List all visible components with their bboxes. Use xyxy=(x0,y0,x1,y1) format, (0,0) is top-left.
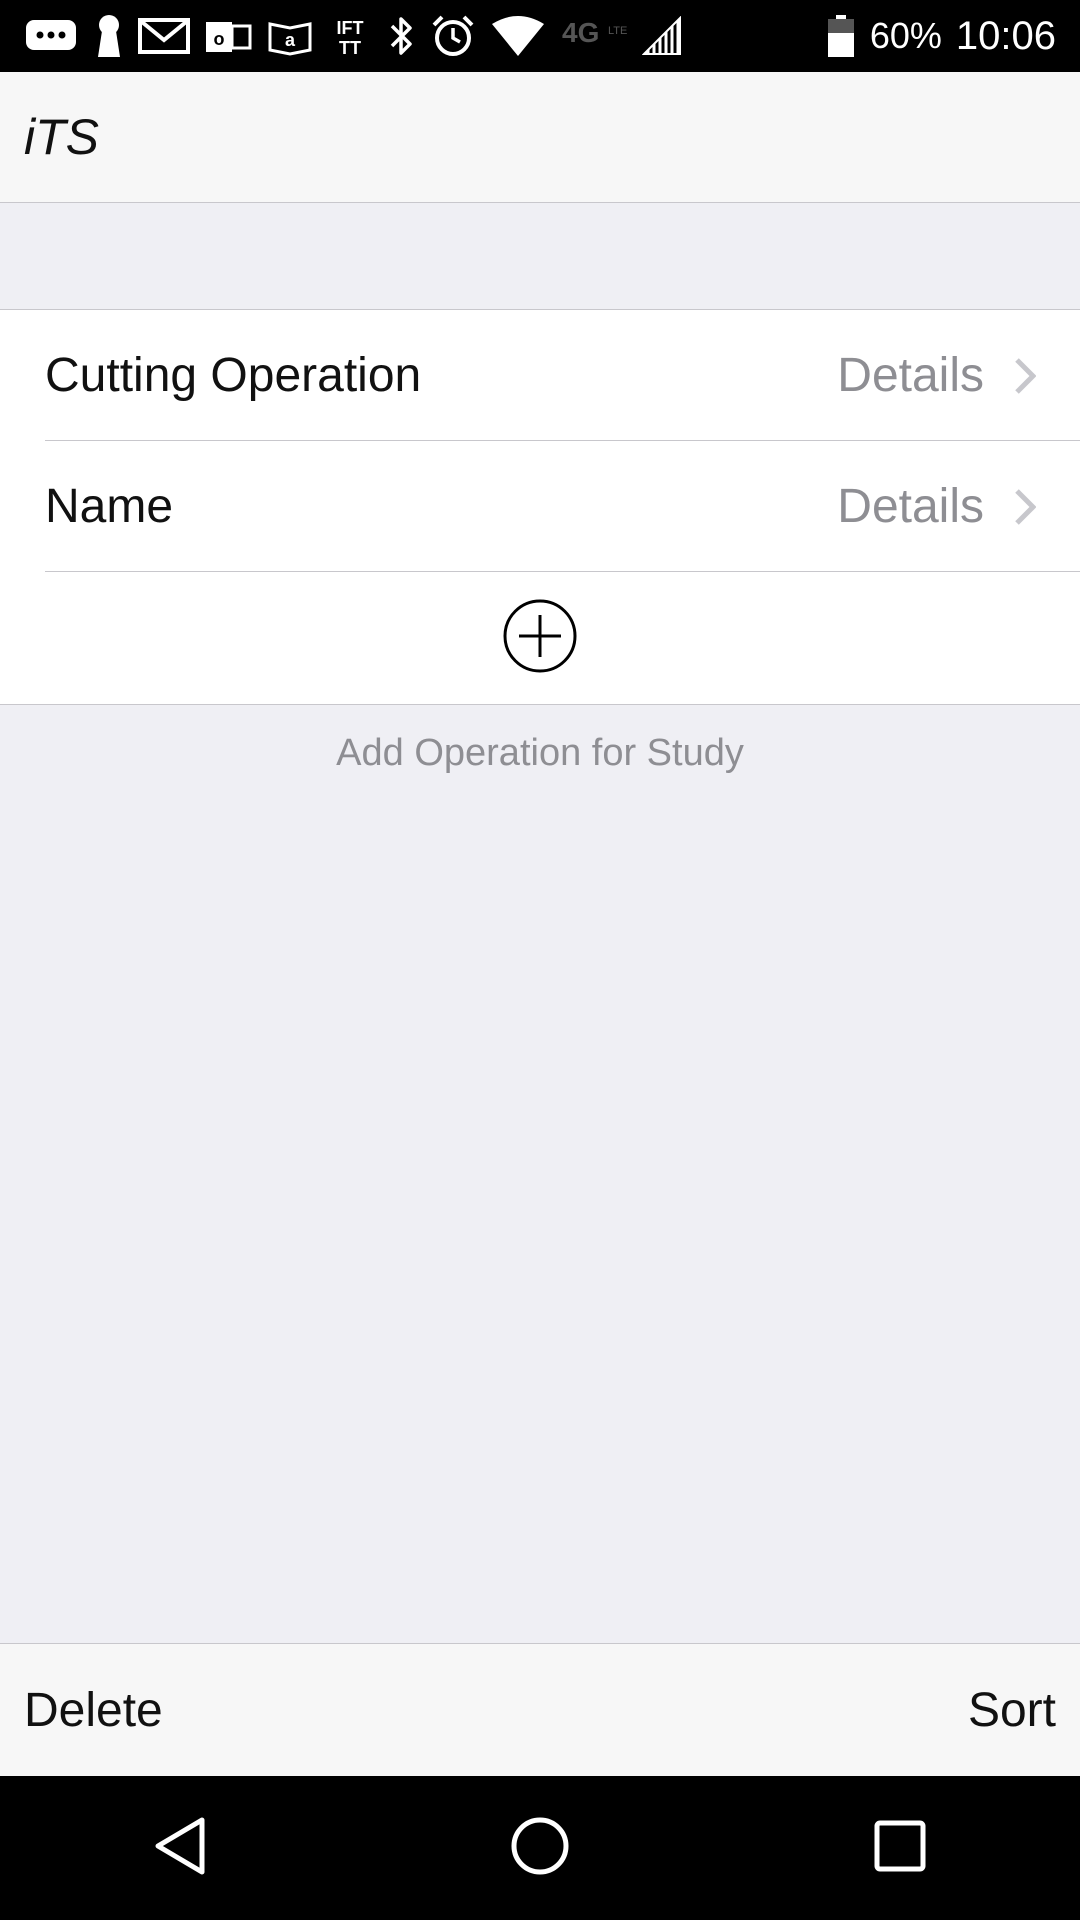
alarm-icon xyxy=(430,13,476,59)
plus-circle-icon xyxy=(501,597,579,680)
app-title: iTS xyxy=(24,109,99,165)
chevron-right-icon xyxy=(1014,357,1036,395)
row-title: Name xyxy=(45,480,174,533)
app-screen: o a IFT TT 4G LTE 60% 10:06 iTS Cutting … xyxy=(0,0,1080,1920)
row-accessory: Details xyxy=(837,348,1036,403)
battery-icon xyxy=(826,13,856,59)
home-icon xyxy=(510,1816,570,1881)
messages-icon xyxy=(24,13,80,59)
svg-text:o: o xyxy=(214,29,225,49)
section-footer: Add Operation for Study xyxy=(336,732,744,774)
recents-button[interactable] xyxy=(840,1788,960,1908)
delete-button[interactable]: Delete xyxy=(24,1683,163,1738)
wifi-icon xyxy=(490,13,546,59)
battery-percent: 60% xyxy=(869,15,942,56)
add-operation-button[interactable] xyxy=(0,572,1080,704)
table-row-cutting-operation[interactable]: Cutting Operation Details xyxy=(0,310,1080,441)
sort-button[interactable]: Sort xyxy=(968,1683,1056,1738)
row-detail-label: Details xyxy=(837,349,984,402)
lte-icon: 4G LTE xyxy=(560,13,628,59)
row-accessory: Details xyxy=(837,479,1036,534)
outlook-icon: o xyxy=(204,13,252,59)
keyhole-icon xyxy=(94,13,124,59)
status-right: 60% 10:06 xyxy=(826,13,1080,59)
row-detail-label: Details xyxy=(837,480,984,533)
system-nav-bar xyxy=(0,1776,1080,1920)
home-button[interactable] xyxy=(480,1788,600,1908)
gmail-icon xyxy=(138,13,190,59)
table-row-name[interactable]: Name Details xyxy=(0,441,1080,572)
bluetooth-icon xyxy=(386,13,416,59)
chevron-right-icon xyxy=(1014,488,1036,526)
svg-text:IFT: IFT xyxy=(337,18,364,38)
bottom-toolbar: Delete Sort xyxy=(0,1643,1080,1776)
back-button[interactable] xyxy=(120,1788,240,1908)
network-type-label: 4G xyxy=(562,17,599,48)
svg-text:a: a xyxy=(285,30,296,50)
signal-icon xyxy=(642,13,682,59)
operations-table: Cutting Operation Details Name Details xyxy=(0,309,1080,705)
svg-text:TT: TT xyxy=(339,38,361,58)
clock-time: 10:06 xyxy=(955,13,1056,58)
notification-icons: o a IFT TT 4G LTE xyxy=(0,13,682,59)
row-separator xyxy=(45,571,1080,572)
app-header: iTS xyxy=(0,72,1080,203)
back-icon xyxy=(152,1816,208,1881)
recents-icon xyxy=(873,1819,927,1878)
amazon-kindle-icon: a xyxy=(266,13,314,59)
svg-text:LTE: LTE xyxy=(608,25,627,37)
status-bar: o a IFT TT 4G LTE 60% 10:06 xyxy=(0,0,1080,72)
row-title: Cutting Operation xyxy=(45,349,422,402)
ifttt-icon: IFT TT xyxy=(328,13,372,59)
